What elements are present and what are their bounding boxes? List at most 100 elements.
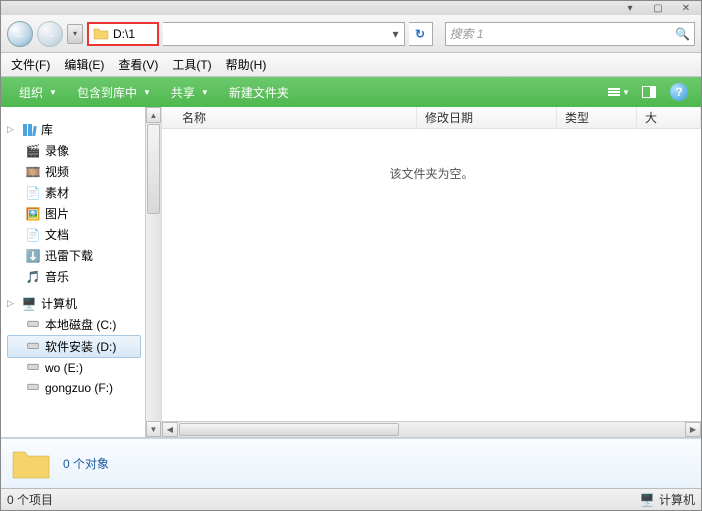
preview-pane-icon xyxy=(642,86,656,98)
library-item[interactable]: 🎵音乐 xyxy=(7,266,145,287)
menu-tools[interactable]: 工具(T) xyxy=(166,54,217,75)
library-label: 录像 xyxy=(45,142,69,159)
library-item[interactable]: 📄素材 xyxy=(7,182,145,203)
share-label: 共享 xyxy=(171,84,195,101)
video-icon: 🎬 xyxy=(25,143,41,159)
menu-file[interactable]: 文件(F) xyxy=(5,54,56,75)
drive-label: wo (E:) xyxy=(45,361,83,375)
content-scrollbar-h[interactable]: ◀ ▶ xyxy=(162,421,701,437)
search-icon: 🔍 xyxy=(675,27,690,41)
arrow-left-icon: ← xyxy=(14,27,26,41)
forward-button[interactable]: → xyxy=(37,21,63,47)
arrow-right-icon: → xyxy=(44,27,56,41)
address-bar[interactable]: ▾ xyxy=(163,22,405,46)
body-area: ▷ 库 🎬录像 🎞️视频 📄素材 🖼️图片 📄文档 ⬇️迅雷下载 🎵音乐 ▷ xyxy=(1,107,701,438)
share-button[interactable]: 共享▼ xyxy=(161,77,219,107)
view-mode-button[interactable]: ▼ xyxy=(605,81,633,103)
maximize-button[interactable]: ▢ xyxy=(645,2,671,14)
library-label: 图片 xyxy=(45,205,69,222)
column-headers: 名称 修改日期 类型 大 xyxy=(162,107,701,129)
libraries-group: ▷ 库 🎬录像 🎞️视频 📄素材 🖼️图片 📄文档 ⬇️迅雷下载 🎵音乐 xyxy=(7,119,145,287)
status-item-count: 0 个项目 xyxy=(7,491,53,508)
address-input[interactable] xyxy=(113,24,157,44)
status-computer: 🖥️ 计算机 xyxy=(639,491,695,508)
nav-tree[interactable]: ▷ 库 🎬录像 🎞️视频 📄素材 🖼️图片 📄文档 ⬇️迅雷下载 🎵音乐 ▷ xyxy=(1,107,145,437)
computer-icon: 🖥️ xyxy=(639,492,655,508)
expand-icon[interactable]: ▷ xyxy=(7,124,17,135)
document-icon: 📄 xyxy=(25,185,41,201)
include-label: 包含到库中 xyxy=(77,84,137,101)
back-button[interactable]: ← xyxy=(7,21,33,47)
libraries-header[interactable]: ▷ 库 xyxy=(7,119,145,140)
pictures-icon: 🖼️ xyxy=(25,206,41,222)
status-computer-label: 计算机 xyxy=(659,491,695,508)
scroll-thumb[interactable] xyxy=(147,124,160,214)
scroll-thumb[interactable] xyxy=(179,423,399,436)
include-in-library-button[interactable]: 包含到库中▼ xyxy=(67,77,161,107)
chevron-down-icon: ▼ xyxy=(49,88,57,97)
computer-group: ▷ 🖥️ 计算机 本地磁盘 (C:) 软件安装 (D:) wo (E:) gon… xyxy=(7,293,145,398)
status-bar: 0 个项目 🖥️ 计算机 xyxy=(1,488,701,510)
libraries-icon xyxy=(21,122,37,138)
address-dropdown-icon[interactable]: ▾ xyxy=(388,27,404,41)
nav-scrollbar[interactable]: ▲ ▼ xyxy=(145,107,161,437)
column-name[interactable]: 名称 xyxy=(162,107,417,129)
content-pane: 名称 修改日期 类型 大 该文件夹为空。 ◀ ▶ xyxy=(161,107,701,437)
library-item[interactable]: 🎬录像 xyxy=(7,140,145,161)
drive-label: 本地磁盘 (C:) xyxy=(45,316,116,333)
drive-item[interactable]: wo (E:) xyxy=(7,358,145,378)
scroll-track[interactable] xyxy=(400,422,685,437)
download-icon: ⬇️ xyxy=(25,248,41,264)
drive-icon xyxy=(25,339,41,355)
refresh-icon: ↻ xyxy=(415,27,425,41)
organize-button[interactable]: 组织▼ xyxy=(9,77,67,107)
scroll-left-button[interactable]: ◀ xyxy=(162,422,178,437)
scroll-down-button[interactable]: ▼ xyxy=(146,421,161,437)
minimize-button[interactable]: ▾ xyxy=(617,2,643,14)
details-pane: 0 个对象 xyxy=(1,438,701,488)
computer-header[interactable]: ▷ 🖥️ 计算机 xyxy=(7,293,145,314)
expand-icon[interactable]: ▷ xyxy=(7,298,17,309)
drive-item[interactable]: gongzuo (F:) xyxy=(7,378,145,398)
menu-edit[interactable]: 编辑(E) xyxy=(58,54,110,75)
scroll-track[interactable] xyxy=(146,215,161,421)
music-icon: 🎵 xyxy=(25,269,41,285)
navigation-pane: ▷ 库 🎬录像 🎞️视频 📄素材 🖼️图片 📄文档 ⬇️迅雷下载 🎵音乐 ▷ xyxy=(1,107,161,437)
column-size[interactable]: 大 xyxy=(637,107,701,129)
newfolder-label: 新建文件夹 xyxy=(229,84,289,101)
help-button[interactable]: ? xyxy=(665,81,693,103)
explorer-window: ▾ ▢ ✕ ← → ▾ ▾ ↻ 搜索 1 🔍 文件(F) 编辑(E) 查看(V)… xyxy=(0,0,702,511)
drive-item-selected[interactable]: 软件安装 (D:) xyxy=(7,335,141,358)
column-type[interactable]: 类型 xyxy=(557,107,637,129)
library-label: 视频 xyxy=(45,163,69,180)
search-box[interactable]: 搜索 1 🔍 xyxy=(445,22,696,46)
menu-view[interactable]: 查看(V) xyxy=(112,54,164,75)
scroll-up-button[interactable]: ▲ xyxy=(146,107,161,123)
preview-pane-button[interactable] xyxy=(635,81,663,103)
drive-label: gongzuo (F:) xyxy=(45,381,113,395)
empty-folder-message: 该文件夹为空。 xyxy=(162,129,701,421)
drive-icon xyxy=(25,317,41,333)
folder-icon xyxy=(11,446,51,482)
refresh-button[interactable]: ↻ xyxy=(409,22,433,46)
library-item[interactable]: 🖼️图片 xyxy=(7,203,145,224)
column-date[interactable]: 修改日期 xyxy=(417,107,557,129)
library-item[interactable]: 🎞️视频 xyxy=(7,161,145,182)
library-item[interactable]: ⬇️迅雷下载 xyxy=(7,245,145,266)
menu-bar: 文件(F) 编辑(E) 查看(V) 工具(T) 帮助(H) xyxy=(1,53,701,77)
library-item[interactable]: 📄文档 xyxy=(7,224,145,245)
list-view-icon xyxy=(608,88,620,96)
drive-item[interactable]: 本地磁盘 (C:) xyxy=(7,314,145,335)
scroll-right-button[interactable]: ▶ xyxy=(685,422,701,437)
title-bar: ▾ ▢ ✕ xyxy=(1,1,701,15)
close-button[interactable]: ✕ xyxy=(673,2,699,14)
history-dropdown[interactable]: ▾ xyxy=(67,24,83,44)
drive-icon xyxy=(25,380,41,396)
search-placeholder: 搜索 1 xyxy=(450,25,484,42)
library-label: 素材 xyxy=(45,184,69,201)
address-bar-highlight xyxy=(87,22,159,46)
new-folder-button[interactable]: 新建文件夹 xyxy=(219,77,299,107)
library-label: 迅雷下载 xyxy=(45,247,93,264)
drive-label: 软件安装 (D:) xyxy=(45,338,116,355)
menu-help[interactable]: 帮助(H) xyxy=(220,54,273,75)
